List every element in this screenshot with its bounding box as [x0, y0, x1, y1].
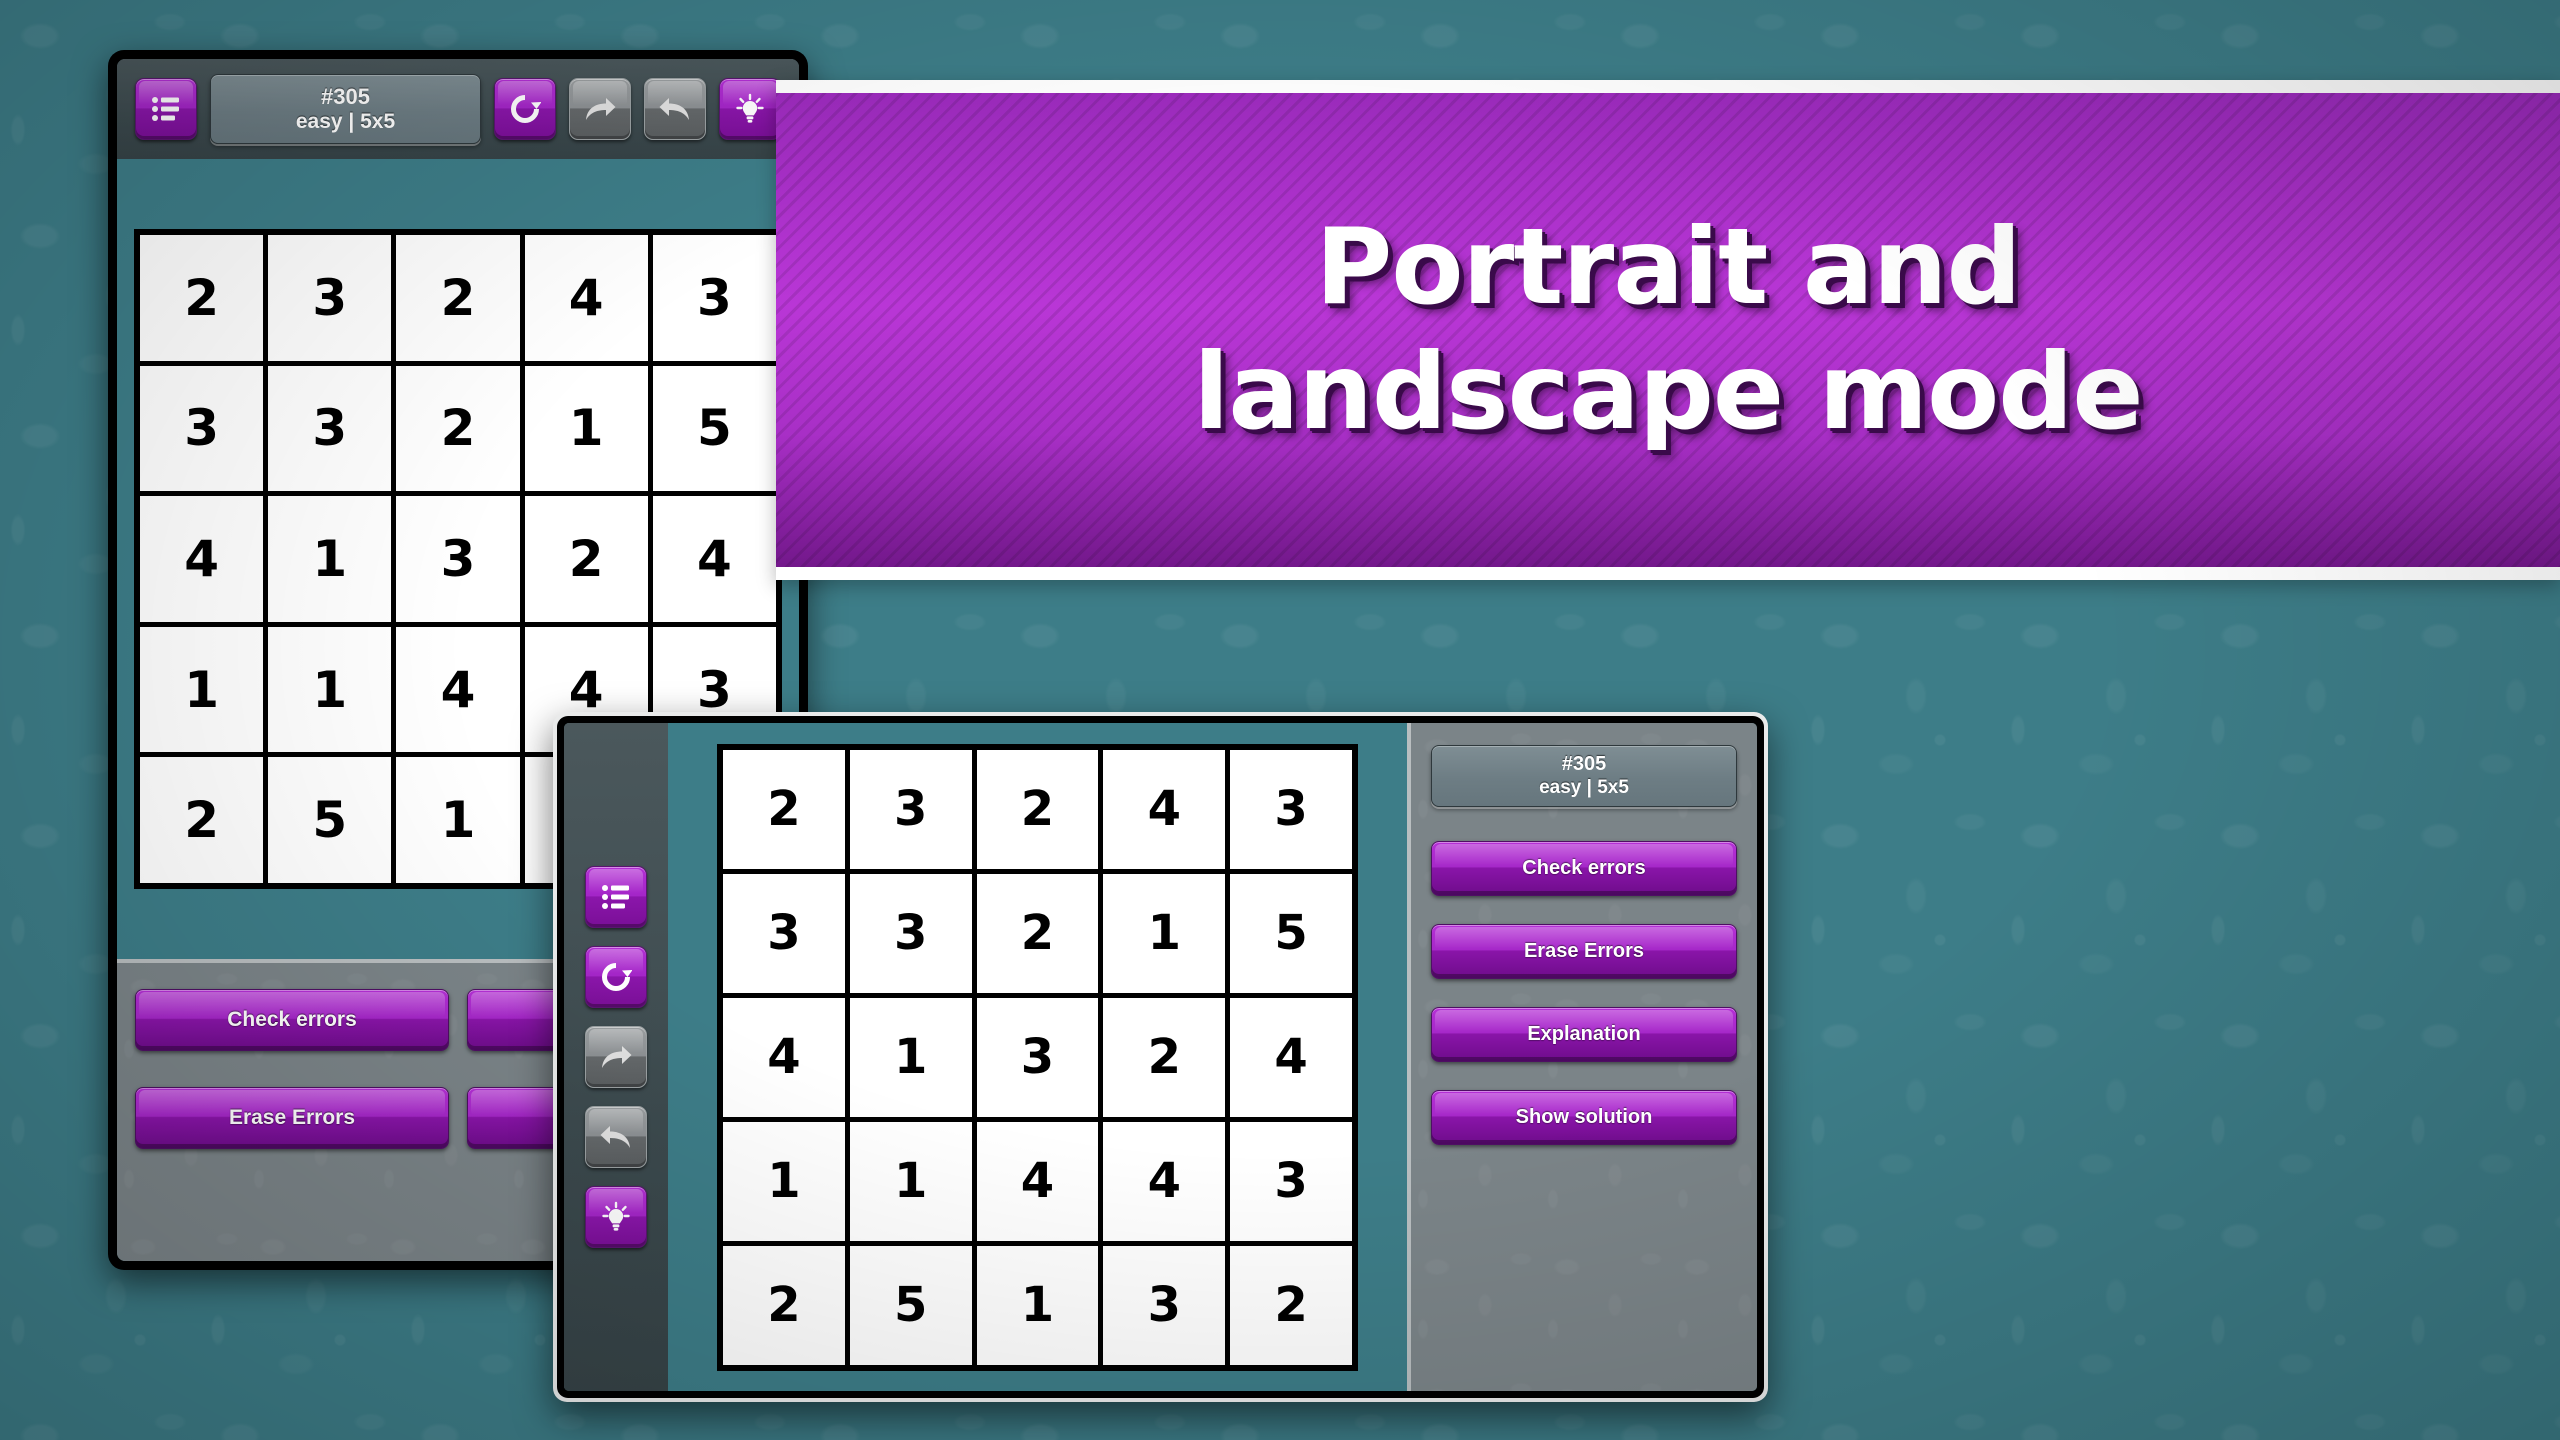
grid-cell-r3-c4[interactable]: 2	[524, 496, 648, 622]
undo-button[interactable]	[644, 78, 706, 140]
landscape-grid-area: 2324333215413241144325132	[668, 723, 1407, 1391]
landscape-screen: 2324333215413241144325132 #305 easy | 5x…	[564, 723, 1757, 1391]
grid-cell-r1-c5[interactable]: 3	[652, 235, 776, 361]
grid-cell-r1-c2[interactable]: 3	[268, 235, 392, 361]
puzzle-info-plate-landscape: #305 easy | 5x5	[1431, 745, 1737, 807]
grid-cell-r4-c3[interactable]: 4	[396, 626, 520, 753]
show-solution-button-landscape[interactable]: Show solution	[1431, 1090, 1737, 1145]
menu-button[interactable]	[135, 78, 197, 140]
grid-cell-r3-c2[interactable]: 1	[849, 997, 972, 1117]
grid-cell-r4-c3[interactable]: 4	[976, 1121, 1099, 1241]
grid-cell-r2-c4[interactable]: 1	[1103, 873, 1226, 993]
grid-cell-r1-c2[interactable]: 3	[849, 749, 972, 869]
lightbulb-hint-icon	[600, 1201, 632, 1233]
grid-cell-r3-c4[interactable]: 2	[1103, 997, 1226, 1117]
grid-cell-r2-c4[interactable]: 1	[524, 365, 648, 492]
puzzle-id: #305	[1561, 753, 1607, 775]
redo-icon	[599, 1043, 633, 1071]
grid-cell-r2-c1[interactable]: 3	[723, 873, 845, 993]
grid-cell-r2-c5[interactable]: 5	[1230, 873, 1352, 993]
erase-errors-button[interactable]: Erase Errors	[135, 1087, 449, 1149]
grid-cell-r3-c5[interactable]: 4	[652, 496, 776, 622]
grid-cell-r3-c3[interactable]: 3	[396, 496, 520, 622]
lightbulb-hint-icon	[734, 93, 766, 125]
puzzle-subtitle: easy | 5x5	[1539, 777, 1629, 798]
landscape-side-panel: #305 easy | 5x5 Check errors Erase Error…	[1407, 723, 1757, 1391]
grid-cell-r4-c4[interactable]: 4	[1103, 1121, 1226, 1241]
promo-banner-frame: Portrait and landscape mode	[776, 80, 2560, 580]
puzzle-subtitle: easy | 5x5	[295, 110, 396, 133]
grid-cell-r4-c1[interactable]: 1	[140, 626, 264, 753]
grid-cell-r2-c5[interactable]: 5	[652, 365, 776, 492]
grid-cell-r4-c2[interactable]: 1	[849, 1121, 972, 1241]
banner-line-2: landscape mode	[1193, 331, 2143, 453]
grid-cell-r5-c3[interactable]: 1	[976, 1245, 1099, 1365]
grid-cell-r2-c3[interactable]: 2	[976, 873, 1099, 993]
restart-button[interactable]	[494, 78, 556, 140]
restart-icon	[600, 961, 632, 993]
hint-button[interactable]	[719, 78, 781, 140]
redo-button-landscape[interactable]	[585, 1026, 647, 1088]
grid-cell-r1-c1[interactable]: 2	[140, 235, 264, 361]
check-errors-button-landscape[interactable]: Check errors	[1431, 841, 1737, 896]
grid-cell-r5-c1[interactable]: 2	[723, 1245, 845, 1365]
grid-cell-r3-c1[interactable]: 4	[723, 997, 845, 1117]
grid-cell-r1-c3[interactable]: 2	[976, 749, 1099, 869]
menu-button-landscape[interactable]	[585, 866, 647, 928]
grid-cell-r4-c1[interactable]: 1	[723, 1121, 845, 1241]
hint-button-landscape[interactable]	[585, 1186, 647, 1248]
grid-cell-r2-c2[interactable]: 3	[268, 365, 392, 492]
grid-cell-r1-c3[interactable]: 2	[396, 235, 520, 361]
grid-cell-r3-c1[interactable]: 4	[140, 496, 264, 622]
grid-cell-r3-c2[interactable]: 1	[268, 496, 392, 622]
puzzle-id: #305	[321, 84, 370, 109]
grid-cell-r4-c2[interactable]: 1	[268, 626, 392, 753]
banner-line-1: Portrait and	[1315, 206, 2021, 328]
grid-cell-r1-c4[interactable]: 4	[524, 235, 648, 361]
menu-list-icon	[151, 96, 181, 122]
grid-cell-r5-c1[interactable]: 2	[140, 757, 264, 883]
grid-cell-r3-c5[interactable]: 4	[1230, 997, 1352, 1117]
promo-banner: Portrait and landscape mode	[776, 93, 2560, 567]
undo-icon	[599, 1123, 633, 1151]
landscape-toolbar	[564, 723, 668, 1391]
grid-cell-r5-c2[interactable]: 5	[268, 757, 392, 883]
landscape-device-window: 2324333215413241144325132 #305 easy | 5x…	[553, 712, 1768, 1402]
grid-cell-r1-c4[interactable]: 4	[1103, 749, 1226, 869]
landscape-bezel: 2324333215413241144325132 #305 easy | 5x…	[557, 716, 1764, 1398]
grid-cell-r2-c2[interactable]: 3	[849, 873, 972, 993]
screenshot-stage: #305 easy | 5x5 2 3 2 4 3 3 3 2 1 5 4 1 …	[0, 0, 2560, 1440]
grid-cell-r1-c1[interactable]: 2	[723, 749, 845, 869]
menu-list-icon	[601, 884, 631, 910]
undo-icon	[658, 95, 692, 123]
grid-cell-r4-c5[interactable]: 3	[1230, 1121, 1352, 1241]
check-errors-button[interactable]: Check errors	[135, 989, 449, 1051]
portrait-toolbar: #305 easy | 5x5	[117, 59, 799, 159]
grid-cell-r5-c5[interactable]: 2	[1230, 1245, 1352, 1365]
grid-cell-r5-c4[interactable]: 3	[1103, 1245, 1226, 1365]
redo-icon	[583, 95, 617, 123]
puzzle-grid-landscape[interactable]: 2324333215413241144325132	[717, 743, 1358, 1371]
undo-button-landscape[interactable]	[585, 1106, 647, 1168]
grid-cell-r2-c1[interactable]: 3	[140, 365, 264, 492]
restart-button-landscape[interactable]	[585, 946, 647, 1008]
grid-cell-r2-c3[interactable]: 2	[396, 365, 520, 492]
restart-icon	[509, 93, 541, 125]
grid-cell-r5-c2[interactable]: 5	[849, 1245, 972, 1365]
grid-cell-r5-c3[interactable]: 1	[396, 757, 520, 883]
explanation-button-landscape[interactable]: Explanation	[1431, 1007, 1737, 1062]
grid-cell-r3-c3[interactable]: 3	[976, 997, 1099, 1117]
puzzle-info-plate: #305 easy | 5x5	[210, 74, 481, 144]
erase-errors-button-landscape[interactable]: Erase Errors	[1431, 924, 1737, 979]
grid-cell-r1-c5[interactable]: 3	[1230, 749, 1352, 869]
redo-button[interactable]	[569, 78, 631, 140]
